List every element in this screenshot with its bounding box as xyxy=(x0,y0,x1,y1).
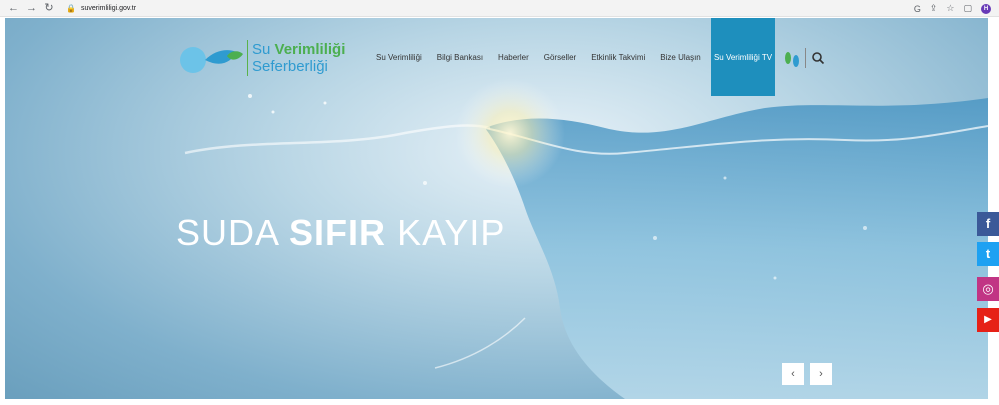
google-translate-icon[interactable]: G xyxy=(914,4,921,14)
nav-item-su-verimliligi[interactable]: Su Verimliliği xyxy=(376,53,422,62)
hero-title-part2: KAYIP xyxy=(386,212,506,253)
address-bar[interactable]: 🔒 suverimliligi.gov.tr xyxy=(66,4,136,13)
logo-line1: Su Verimliliği xyxy=(252,41,345,58)
slider-next-button[interactable]: › xyxy=(810,363,832,385)
slider-prev-button[interactable]: ‹ xyxy=(782,363,804,385)
site-logo[interactable]: Su Verimliliği Seferberliği xyxy=(175,38,345,78)
youtube-icon[interactable]: ▶ xyxy=(977,308,999,332)
lock-icon: 🔒 xyxy=(66,3,76,13)
nav-item-etkinlik-takvimi[interactable]: Etkinlik Takvimi xyxy=(591,53,645,62)
facebook-icon[interactable]: f xyxy=(977,212,999,236)
forward-icon[interactable]: → xyxy=(26,0,37,17)
nav-item-bilgi-bankasi[interactable]: Bilgi Bankası xyxy=(437,53,483,62)
star-icon[interactable]: ☆ xyxy=(946,3,954,14)
hero-title-part1: SUDA xyxy=(176,212,290,253)
profile-avatar[interactable]: H xyxy=(981,3,991,14)
browser-toolbar: ← → ↻ 🔒 suverimliligi.gov.tr G ⇪ ☆ ▢ H xyxy=(0,0,999,17)
twitter-icon[interactable]: t xyxy=(977,242,999,266)
nav-item-bize-ulasin[interactable]: Bize Ulaşın xyxy=(660,53,700,62)
browser-actions: G ⇪ ☆ ▢ H xyxy=(914,0,991,17)
logo-line1-a: Su xyxy=(252,41,275,58)
url-text[interactable]: suverimliligi.gov.tr xyxy=(81,5,136,12)
reload-icon[interactable]: ↻ xyxy=(44,0,54,17)
back-icon[interactable]: ← xyxy=(8,0,19,17)
hero-title-emphasis: SIFIR xyxy=(289,212,387,253)
main-nav: Su Verimliliği Bilgi Bankası Haberler Gö… xyxy=(376,18,716,98)
hero-title: SUDA SIFIR KAYIP xyxy=(176,212,505,254)
nav-item-haberler[interactable]: Haberler xyxy=(498,53,529,62)
water-drop-logo-icon xyxy=(180,47,243,73)
nav-item-su-verimliligi-tv[interactable]: Su Verimliliği TV xyxy=(711,18,775,96)
search-icon[interactable] xyxy=(811,51,825,65)
instagram-icon[interactable]: ◎ xyxy=(977,277,999,301)
logo-divider xyxy=(247,40,248,76)
share-icon[interactable]: ⇪ xyxy=(930,3,938,14)
nav-divider xyxy=(805,48,806,68)
logo-text: Su Verimliliği Seferberliği xyxy=(252,41,345,75)
nav-item-gorseller[interactable]: Görseller xyxy=(544,53,576,62)
hero-banner: SUDA SIFIR KAYIP Su Verimliliği Seferber… xyxy=(5,18,988,399)
logo-line2: Seferberliği xyxy=(252,58,328,75)
footprint-icon[interactable] xyxy=(782,50,802,68)
sidebar-icon[interactable]: ▢ xyxy=(963,3,972,14)
logo-line1-b: Verimliliği xyxy=(274,41,346,58)
